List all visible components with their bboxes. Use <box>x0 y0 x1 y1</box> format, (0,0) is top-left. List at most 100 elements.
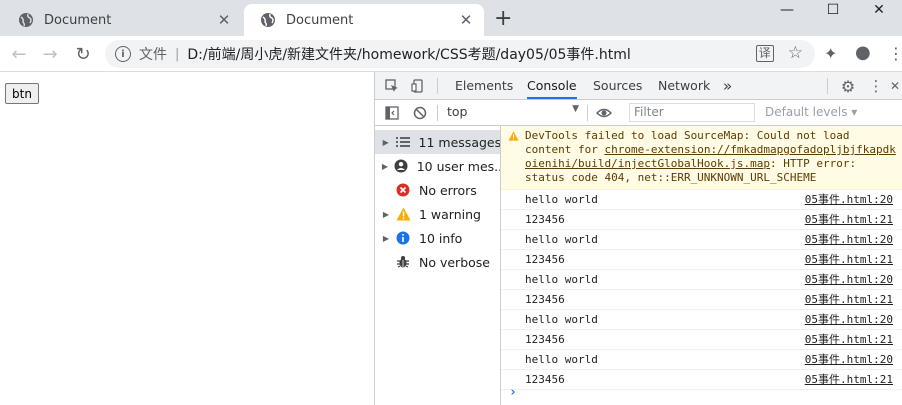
inspect-element-icon[interactable] <box>383 77 401 95</box>
divider <box>437 105 438 121</box>
log-source-link[interactable]: 05事件.html:21 <box>805 250 893 269</box>
console-output: DevTools failed to load SourceMap: Could… <box>501 126 902 405</box>
clear-console-icon[interactable] <box>411 104 429 122</box>
log-source-link[interactable]: 05事件.html:20 <box>805 350 893 369</box>
extensions-icon[interactable]: ✦ <box>824 44 837 63</box>
console-prompt[interactable]: › <box>509 385 517 400</box>
log-source-link[interactable]: 05事件.html:20 <box>805 270 893 289</box>
sidebar-item-warnings[interactable]: ▶ 1 warning <box>375 202 500 226</box>
console-log-row: 123456 05事件.html:21 <box>501 330 902 350</box>
tab-sources[interactable]: Sources <box>593 72 642 99</box>
devtools-panel: Elements Console Sources Network » ⚙ ⋮ ✕… <box>374 72 902 405</box>
sidebar-item-errors[interactable]: No errors <box>375 178 500 202</box>
reload-button[interactable]: ↻ <box>71 42 95 66</box>
list-icon <box>393 136 413 148</box>
globe-icon <box>18 12 34 28</box>
back-button[interactable]: ← <box>7 42 31 66</box>
tab-console[interactable]: Console <box>527 72 577 99</box>
expand-arrow-icon: ▶ <box>382 137 389 147</box>
browser-tab-1[interactable]: Document ✕ <box>2 4 242 36</box>
console-log-row: hello world 05事件.html:20 <box>501 350 902 370</box>
sidebar-item-info[interactable]: ▶ 10 info <box>375 226 500 250</box>
site-tag: 文件 <box>139 47 167 63</box>
sourcemap-link[interactable]: oienihi/build/injectGlobalHook.js.map <box>525 157 770 170</box>
sidebar-item-user-messages[interactable]: ▶ 10 user mes... <box>375 154 500 178</box>
url-text[interactable]: D:/前端/周小虎/新建文件夹/homework/CSS考题/day05/05事… <box>187 44 630 64</box>
globe-icon <box>260 12 276 28</box>
console-log-row: hello world 05事件.html:20 <box>501 190 902 210</box>
console-log-row: 123456 05事件.html:21 <box>501 250 902 270</box>
log-message: hello world <box>525 193 598 206</box>
warning-icon <box>508 131 519 144</box>
page-viewport: btn <box>0 72 374 405</box>
console-log-row: hello world 05事件.html:20 <box>501 270 902 290</box>
browser-tab-2[interactable]: Document ✕ <box>244 4 484 36</box>
log-source-link[interactable]: 05事件.html:20 <box>805 310 893 329</box>
filter-input[interactable]: Filter <box>629 103 755 122</box>
sourcemap-link[interactable]: chrome-extension://fmkadmapgofadopljbjfk… <box>604 143 895 156</box>
device-toolbar-icon[interactable] <box>409 77 427 95</box>
browser-toolbar: ← → ↻ i 文件 | D:/前端/周小虎/新建文件夹/homework/CS… <box>0 36 902 72</box>
context-selector[interactable]: top ▼ <box>447 104 579 119</box>
console-log-row: hello world 05事件.html:20 <box>501 310 902 330</box>
devtools-close-icon[interactable]: ✕ <box>889 77 901 95</box>
minimize-button[interactable]: — <box>764 0 810 20</box>
console-log-row: 123456 05事件.html:21 <box>501 370 902 390</box>
log-message: hello world <box>525 233 598 246</box>
tab-title: Document <box>286 12 354 28</box>
tab-network[interactable]: Network <box>658 72 710 99</box>
window-controls: — ☐ ✕ <box>764 0 902 24</box>
console-log-row: 123456 05事件.html:21 <box>501 290 902 310</box>
btn-button[interactable]: btn <box>5 83 39 104</box>
sidebar-item-messages[interactable]: ▶ 11 messages <box>375 130 500 154</box>
user-icon <box>392 159 411 173</box>
tab-elements[interactable]: Elements <box>455 72 513 99</box>
log-message: hello world <box>525 353 598 366</box>
console-log-row: hello world 05事件.html:20 <box>501 230 902 250</box>
maximize-button[interactable]: ☐ <box>810 0 856 20</box>
expand-arrow-icon: ▶ <box>382 233 389 243</box>
divider <box>437 78 438 94</box>
log-source-link[interactable]: 05事件.html:21 <box>805 290 893 309</box>
more-tabs-icon[interactable]: » <box>723 72 732 99</box>
new-tab-button[interactable]: + <box>494 6 512 32</box>
devtools-menu-icon[interactable]: ⋮ <box>867 77 885 95</box>
tab-title: Document <box>44 12 112 28</box>
warning-icon <box>393 207 413 221</box>
log-source-link[interactable]: 05事件.html:21 <box>805 330 893 349</box>
log-message: 123456 <box>525 213 565 226</box>
console-filter-bar: top ▼ Filter Default levels ▾ <box>375 100 902 126</box>
site-info-icon[interactable]: i <box>115 46 131 62</box>
console-warning-message: DevTools failed to load SourceMap: Could… <box>501 126 902 190</box>
log-message: 123456 <box>525 293 565 306</box>
info-icon <box>393 231 413 245</box>
chrome-menu-icon[interactable]: ⋮ <box>888 44 902 63</box>
log-source-link[interactable]: 05事件.html:20 <box>805 190 893 209</box>
devtools-tabbar: Elements Console Sources Network » ⚙ ⋮ ✕ <box>375 72 902 100</box>
console-log-row: 123456 05事件.html:21 <box>501 210 902 230</box>
settings-icon[interactable]: ⚙ <box>839 77 857 96</box>
close-window-button[interactable]: ✕ <box>856 0 902 20</box>
default-levels-dropdown[interactable]: Default levels ▾ <box>765 105 857 119</box>
profile-icon[interactable]: ● <box>855 42 871 63</box>
log-message: hello world <box>525 273 598 286</box>
log-source-link[interactable]: 05事件.html:21 <box>805 370 893 389</box>
divider <box>587 105 588 121</box>
eye-icon[interactable] <box>595 104 613 122</box>
tab-strip: Document ✕ Document ✕ + — ☐ ✕ <box>0 0 902 36</box>
forward-button[interactable]: → <box>38 42 62 66</box>
log-message: 123456 <box>525 333 565 346</box>
log-source-link[interactable]: 05事件.html:21 <box>805 210 893 229</box>
translate-icon[interactable]: 译 <box>755 45 774 62</box>
sidebar-item-verbose[interactable]: No verbose <box>375 250 500 274</box>
tab-close-icon[interactable]: ✕ <box>216 11 232 29</box>
tab-close-icon[interactable]: ✕ <box>458 11 474 29</box>
log-message: hello world <box>525 313 598 326</box>
sidebar-toggle-icon[interactable] <box>383 104 401 122</box>
log-message: 123456 <box>525 253 565 266</box>
star-icon[interactable]: ☆ <box>788 45 803 62</box>
expand-arrow-icon: ▶ <box>382 209 389 219</box>
address-bar[interactable]: i 文件 | D:/前端/周小虎/新建文件夹/homework/CSS考题/da… <box>105 40 815 68</box>
log-source-link[interactable]: 05事件.html:20 <box>805 230 893 249</box>
divider <box>827 78 828 94</box>
